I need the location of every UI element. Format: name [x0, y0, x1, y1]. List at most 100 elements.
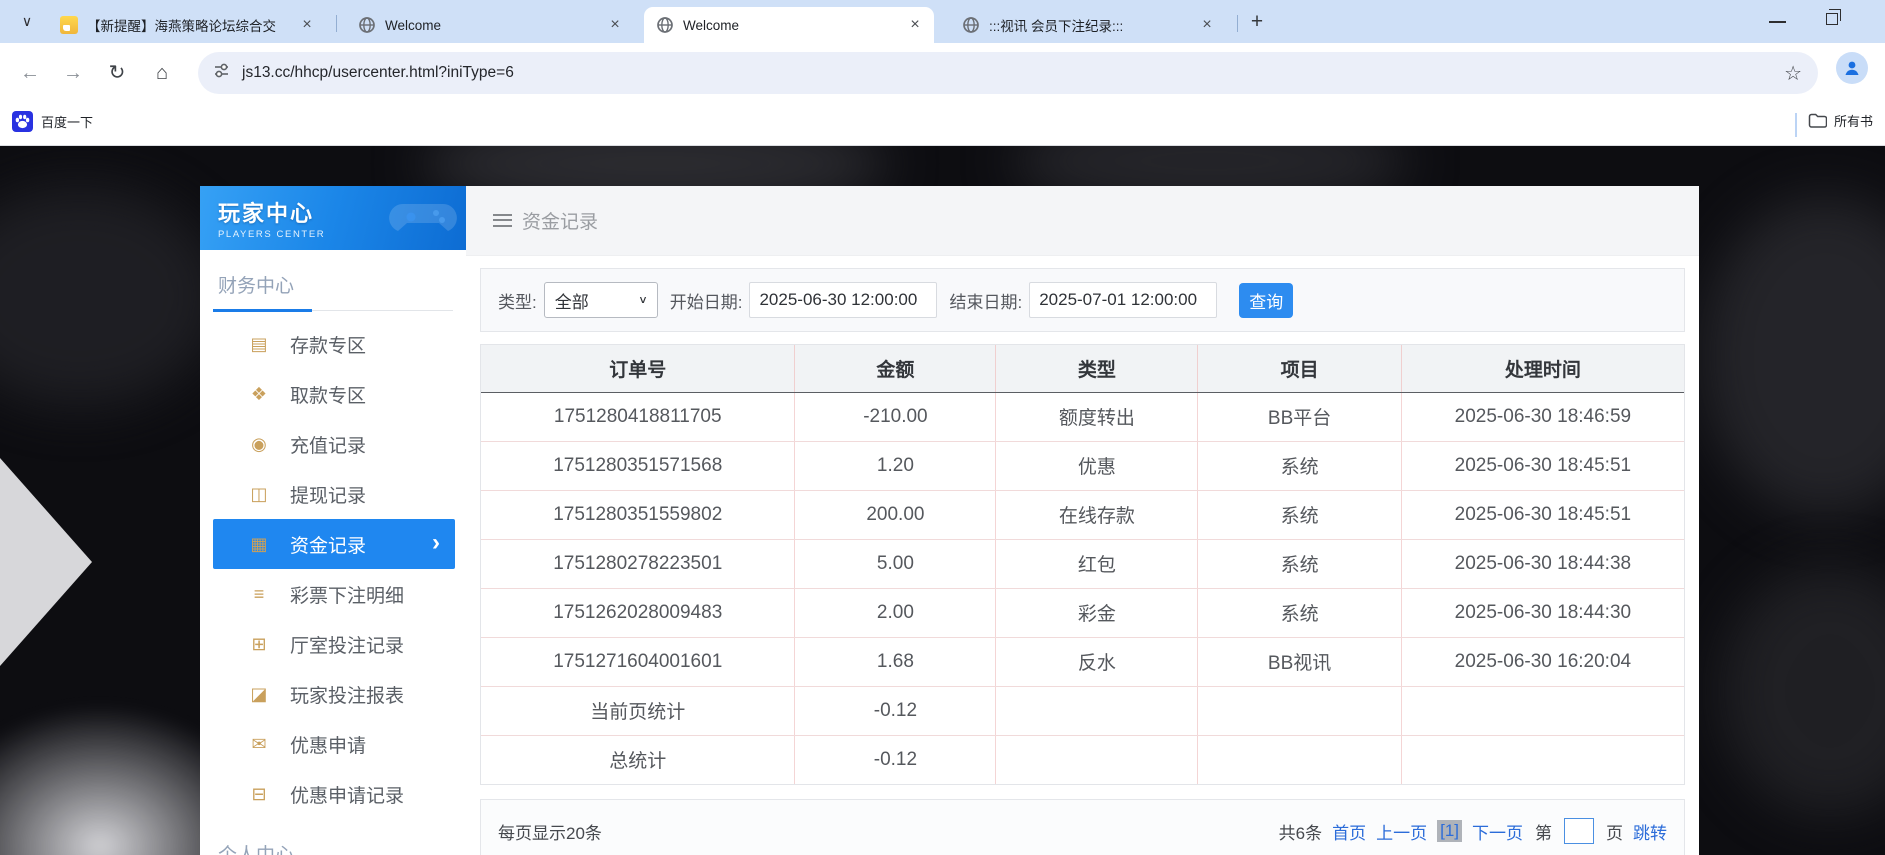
- tab-video-records[interactable]: :::视讯 会员下注纪录::: ×: [950, 7, 1226, 43]
- back-button[interactable]: ←: [15, 59, 45, 89]
- window-minimize-button[interactable]: [1769, 21, 1786, 23]
- tab-title: :::视讯 会员下注纪录:::: [989, 15, 1192, 35]
- table-cell: [1401, 735, 1684, 784]
- globe-icon: [656, 16, 674, 34]
- main-panel: 资金记录 类型: 全部 ∨ 开始日期: 结束日期: 查询 订单号金额类型项目处理…: [466, 186, 1699, 855]
- list-grid-icon: ⊞: [247, 634, 271, 655]
- sidebar-item-promo-apply[interactable]: ✉优惠申请: [200, 719, 466, 769]
- table-cell: 反水: [996, 637, 1198, 686]
- page-jump-input[interactable]: [1564, 818, 1594, 844]
- reload-button[interactable]: ↻: [102, 59, 132, 89]
- start-date-label: 开始日期:: [670, 288, 743, 313]
- chevron-down-icon: ∨: [638, 294, 648, 307]
- table-cell: -210.00: [795, 392, 996, 441]
- section-title-finance: 财务中心: [218, 271, 466, 298]
- sidebar-item-label: 厅室投注记录: [290, 631, 404, 658]
- sidebar-item-fund-records[interactable]: ▦资金记录›: [213, 519, 455, 569]
- table-cell: [1198, 735, 1401, 784]
- close-icon[interactable]: ×: [906, 16, 924, 34]
- jump-link[interactable]: 跳转: [1633, 819, 1667, 844]
- page-background: 玩家中心 PLAYERS CENTER 财务中心 ▤存款专区❖取款专区◉充值记录…: [0, 146, 1885, 855]
- table-cell: 系统: [1198, 490, 1401, 539]
- site-settings-icon[interactable]: [213, 62, 230, 84]
- table-row: 17512716040016011.68反水BB视讯2025-06-30 16:…: [481, 637, 1684, 686]
- start-date-input[interactable]: [749, 282, 937, 318]
- bookmarks-bar: 百度一下 所有书: [0, 103, 1885, 146]
- jump-prefix-label: 第: [1535, 819, 1552, 844]
- money-bag-icon: ◉: [247, 434, 271, 455]
- tab-search-button[interactable]: ∨: [14, 9, 40, 35]
- sidebar-item-withdraw-zone[interactable]: ❖取款专区: [200, 369, 466, 419]
- table-cell: 系统: [1198, 539, 1401, 588]
- next-page-link[interactable]: 下一页: [1472, 819, 1523, 844]
- profile-avatar[interactable]: [1836, 52, 1868, 84]
- bookmark-star-icon[interactable]: ☆: [1784, 61, 1802, 86]
- table-cell: 2025-06-30 18:45:51: [1401, 441, 1684, 490]
- gamepad-icon: [384, 194, 462, 244]
- table-cell: 2025-06-30 18:45:51: [1401, 490, 1684, 539]
- sidebar-item-lottery-details[interactable]: ≡彩票下注明细: [200, 569, 466, 619]
- forward-button[interactable]: →: [58, 59, 88, 89]
- hamburger-menu-icon[interactable]: [493, 214, 512, 227]
- table-cell: 1751262028009483: [481, 588, 795, 637]
- new-tab-button[interactable]: +: [1243, 10, 1271, 34]
- browser-toolbar: ← → ↻ ⌂ js13.cc/hhcp/usercenter.html?ini…: [0, 43, 1885, 103]
- globe-icon: [358, 16, 376, 34]
- sidebar-item-hall-bet-records[interactable]: ⊞ 厅室投注记录: [200, 619, 466, 669]
- table-cell: 200.00: [795, 490, 996, 539]
- address-bar[interactable]: js13.cc/hhcp/usercenter.html?iniType=6 ☆: [198, 52, 1818, 94]
- table-row: 总统计-0.12: [481, 735, 1684, 784]
- sidebar-item-promo-apply-records[interactable]: ⊟优惠申请记录: [200, 769, 466, 819]
- all-bookmarks-folder[interactable]: 所有书: [1808, 111, 1885, 130]
- table-cell: [1198, 686, 1401, 735]
- sidebar-item-player-bet-report[interactable]: ◪玩家投注报表: [200, 669, 466, 719]
- table-header-cell: 项目: [1198, 345, 1401, 392]
- search-button[interactable]: 查询: [1239, 283, 1293, 318]
- window-restore-button[interactable]: [1826, 13, 1838, 25]
- url-text[interactable]: js13.cc/hhcp/usercenter.html?iniType=6: [242, 64, 1784, 82]
- background-triangle: [0, 458, 92, 666]
- sidebar-item-deposit-zone[interactable]: ▤存款专区: [200, 319, 466, 369]
- type-select[interactable]: 全部 ∨: [544, 282, 658, 318]
- first-page-link[interactable]: 首页: [1332, 819, 1366, 844]
- table-cell: 1751280351559802: [481, 490, 795, 539]
- end-date-input[interactable]: [1029, 282, 1217, 318]
- section-divider: [213, 310, 453, 311]
- table-cell: 红包: [996, 539, 1198, 588]
- current-page-indicator[interactable]: [1]: [1437, 820, 1462, 842]
- tab-title: Welcome: [683, 18, 900, 33]
- browser-tab-strip: ∨ 【新提醒】海燕策略论坛综合交 × Welcome × Welcome × :…: [0, 0, 1885, 43]
- table-cell: 2025-06-30 18:46:59: [1401, 392, 1684, 441]
- table-header-cell: 类型: [996, 345, 1198, 392]
- page-size-label: 每页显示20条: [498, 819, 602, 844]
- sidebar-item-label: 充值记录: [290, 431, 366, 458]
- table-cell: 1.68: [795, 637, 996, 686]
- chart-report-icon: ◪: [247, 684, 271, 705]
- total-count-label: 共6条: [1279, 819, 1322, 844]
- home-button[interactable]: ⌂: [147, 59, 177, 89]
- globe-icon: [962, 16, 980, 34]
- tab-forum[interactable]: 【新提醒】海燕策略论坛综合交 ×: [48, 7, 326, 43]
- close-icon[interactable]: ×: [606, 16, 624, 34]
- table-cell: 2025-06-30 18:44:30: [1401, 588, 1684, 637]
- table-row: 17512803515715681.20优惠系统2025-06-30 18:45…: [481, 441, 1684, 490]
- tab-welcome-1[interactable]: Welcome ×: [346, 7, 634, 43]
- sidebar-item-recharge-records[interactable]: ◉ 充值记录: [200, 419, 466, 469]
- table-cell: -0.12: [795, 686, 996, 735]
- close-icon[interactable]: ×: [1198, 16, 1216, 34]
- main-header: 资金记录: [466, 186, 1699, 256]
- sidebar-item-withdraw-records[interactable]: ◫提现记录: [200, 469, 466, 519]
- table-cell: 额度转出: [996, 392, 1198, 441]
- list-record-icon: ⊟: [247, 784, 271, 805]
- sidebar-item-label: 提现记录: [290, 481, 366, 508]
- baidu-paw-icon: [12, 111, 33, 132]
- bookmark-baidu[interactable]: 百度一下: [12, 111, 93, 132]
- table-row: 1751280418811705-210.00额度转出BB平台2025-06-3…: [481, 392, 1684, 441]
- tab-welcome-2-active[interactable]: Welcome ×: [644, 7, 934, 43]
- close-icon[interactable]: ×: [298, 16, 316, 34]
- sidebar-item-label: 存款专区: [290, 331, 366, 358]
- table-cell: 系统: [1198, 588, 1401, 637]
- prev-page-link[interactable]: 上一页: [1376, 819, 1427, 844]
- table-row: 17512620280094832.00彩金系统2025-06-30 18:44…: [481, 588, 1684, 637]
- chevron-right-icon: ›: [432, 529, 440, 557]
